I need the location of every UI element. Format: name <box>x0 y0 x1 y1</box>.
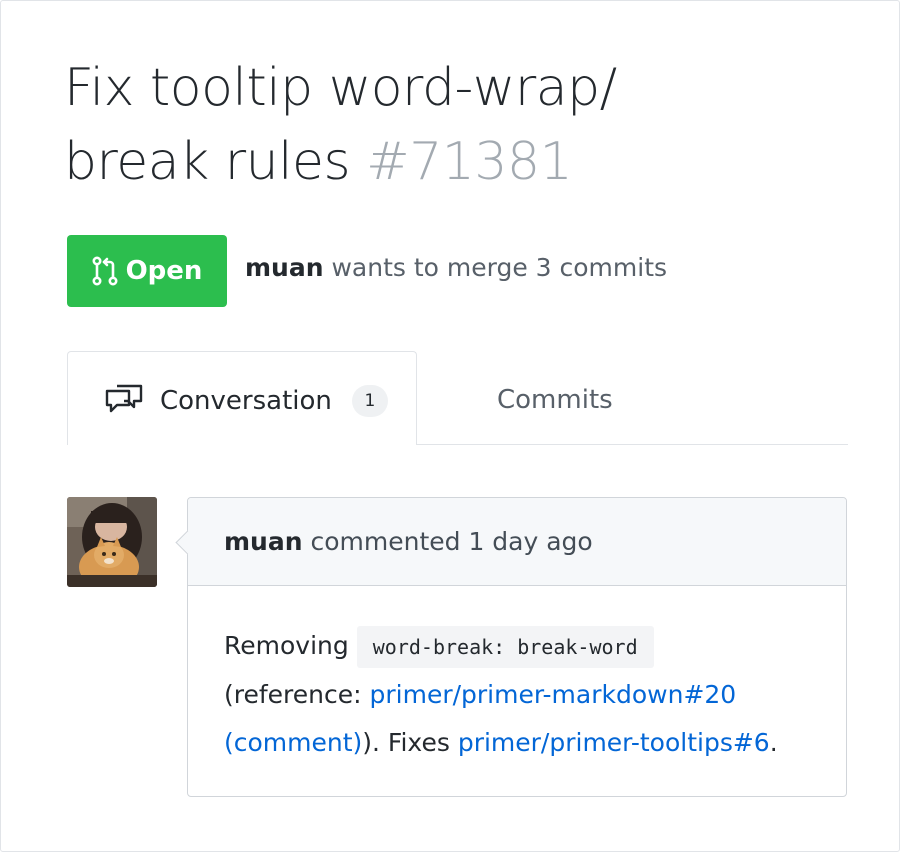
pull-request-card: Fix tooltip word-wrap/ break rules #7138… <box>0 0 900 852</box>
tab-conversation-label: Conversation <box>160 385 332 416</box>
inline-code: word-break: break-word <box>356 626 654 668</box>
comment-body: Removing word-break: break-word (reference… <box>224 622 824 767</box>
author-link[interactable]: muan <box>245 253 324 282</box>
merge-text: wants to merge 3 commits <box>331 253 668 282</box>
status-label: Open <box>125 256 203 286</box>
tab-commits[interactable]: Commits <box>497 385 613 415</box>
avatar[interactable] <box>67 497 157 587</box>
git-pull-request-icon <box>92 256 118 286</box>
pr-meta: muan wants to merge 3 commits <box>245 253 667 282</box>
comment-header: muan commented 1 day ago <box>188 498 846 586</box>
ref-prefix: (reference: <box>224 680 370 709</box>
tooltips-link[interactable]: primer/primer-tooltips#6 <box>458 728 770 757</box>
tab-conversation[interactable]: Conversation 1 <box>67 351 417 445</box>
comment-time: commented 1 day ago <box>310 527 593 556</box>
pr-number: #71381 <box>366 132 573 192</box>
comment-box: muan commented 1 day ago Removing word-br… <box>175 497 847 797</box>
comment-author[interactable]: muan <box>224 527 303 556</box>
end-text: . <box>769 728 778 757</box>
page-title: Fix tooltip word-wrap/ break rules #7138… <box>64 51 744 199</box>
conversation-counter: 1 <box>351 384 388 417</box>
body-prefix: Removing <box>224 631 349 660</box>
status-badge: Open <box>67 235 227 307</box>
mid-text: ). Fixes <box>362 728 458 757</box>
comment-discussion-icon <box>104 380 144 421</box>
